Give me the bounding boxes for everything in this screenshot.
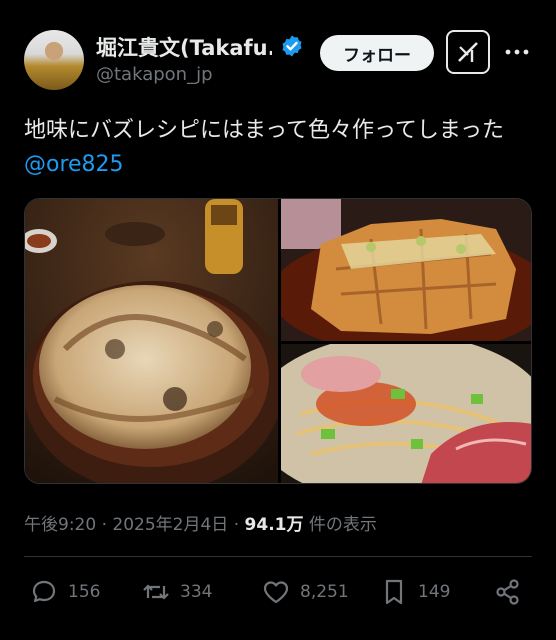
view-count-suffix: 件の表示 xyxy=(303,515,377,535)
media-grid xyxy=(24,198,532,484)
like-count: 8,251 xyxy=(300,582,349,602)
view-count: 94.1万 xyxy=(244,515,304,535)
action-bar: 156 334 8,251 149 xyxy=(24,578,532,618)
share-button[interactable] xyxy=(494,578,532,606)
like-icon xyxy=(263,581,289,604)
meta-separator: · xyxy=(228,515,245,535)
like-button[interactable]: 8,251 xyxy=(262,578,349,606)
mention-link[interactable]: @ore825 xyxy=(24,152,124,177)
divider xyxy=(24,556,532,557)
repost-button[interactable]: 334 xyxy=(142,578,212,606)
reply-count: 156 xyxy=(68,582,101,602)
author-handle[interactable]: @takapon_jp xyxy=(96,64,213,85)
verified-badge-icon xyxy=(282,35,302,57)
share-icon xyxy=(496,579,519,605)
more-icon[interactable] xyxy=(502,40,532,64)
repost-icon xyxy=(143,584,169,600)
reply-button[interactable]: 156 xyxy=(30,578,100,606)
tweet-body: 地味にバズレシピにはまって色々作ってしまった xyxy=(24,118,505,143)
tweet-text: 地味にバズレシピにはまって色々作ってしまった @ore825 xyxy=(24,114,534,182)
meta-separator: · xyxy=(96,515,113,535)
media-image-gyoza[interactable] xyxy=(25,199,278,484)
grok-button[interactable] xyxy=(446,30,490,74)
grok-icon xyxy=(458,42,478,62)
bookmark-count: 149 xyxy=(418,582,451,602)
repost-count: 334 xyxy=(180,582,213,602)
media-image-ramen[interactable] xyxy=(281,344,532,484)
author-name[interactable]: 堀江貴文(Takafu... xyxy=(96,32,272,62)
tweet-time[interactable]: 午後9:20 xyxy=(24,515,96,535)
bookmark-button[interactable]: 149 xyxy=(380,578,450,606)
media-image-tofu[interactable] xyxy=(281,199,532,341)
follow-button[interactable]: フォロー xyxy=(320,35,434,71)
author-avatar[interactable] xyxy=(24,30,84,90)
bookmark-icon xyxy=(385,579,403,605)
reply-icon xyxy=(32,580,56,603)
tweet-meta: 午後9:20 · 2025年2月4日 · 94.1万 件の表示 xyxy=(24,510,377,535)
tweet-date[interactable]: 2025年2月4日 xyxy=(112,515,228,535)
